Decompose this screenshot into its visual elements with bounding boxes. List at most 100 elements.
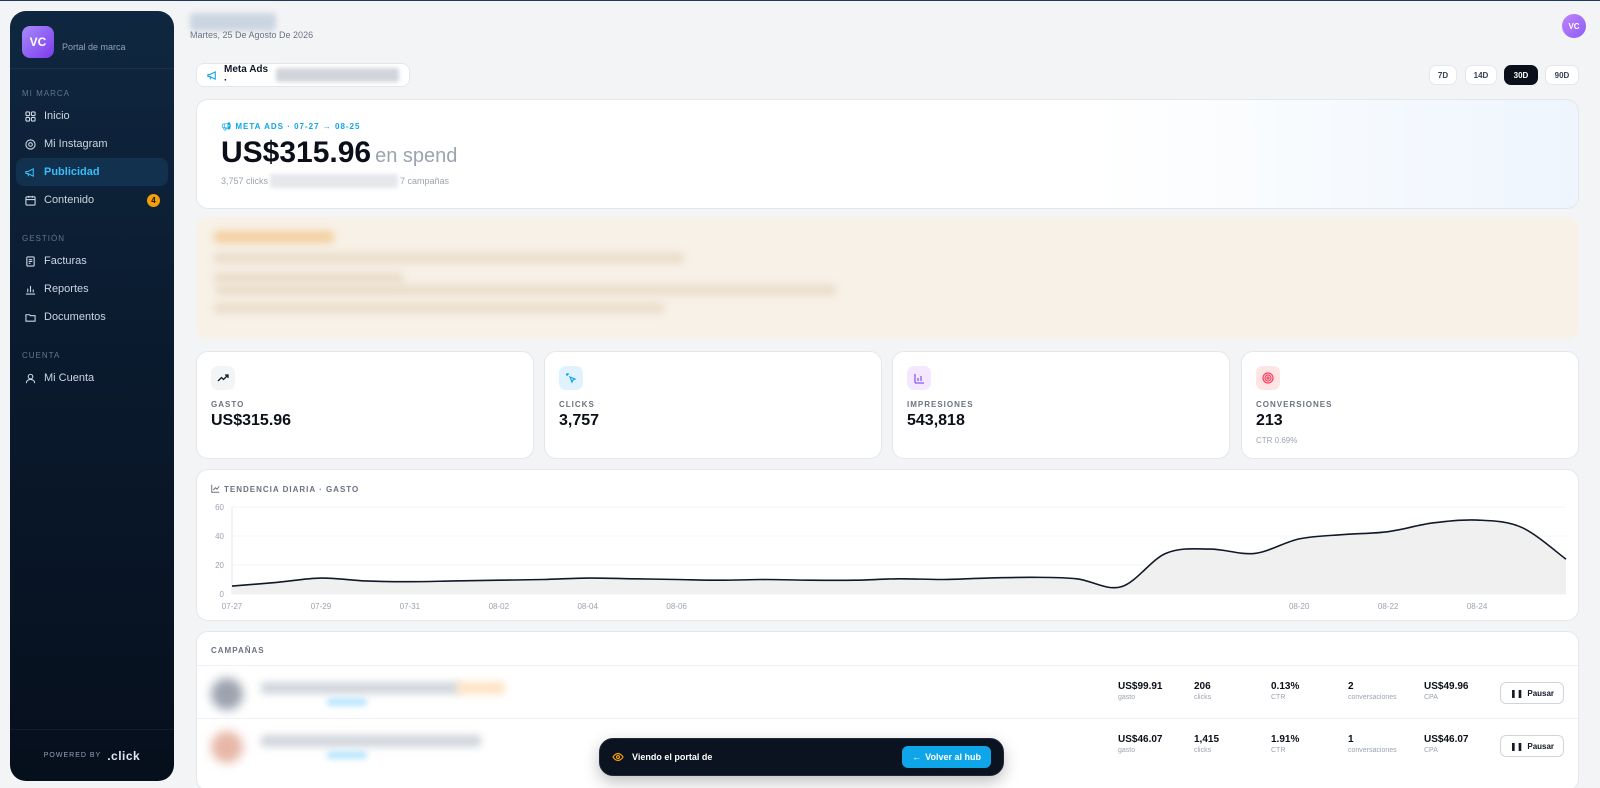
kpi-value: 3,757 <box>559 412 600 429</box>
page-title-redacted <box>190 13 276 31</box>
bar-chart-icon <box>907 366 931 390</box>
x-tick-label: 08-20 <box>1289 602 1310 611</box>
spend-summary-meta: 3,757 clicks 7 campañas <box>221 174 449 188</box>
blurred-notice-card <box>196 217 1579 339</box>
pause-icon: ❚❚ <box>1509 688 1524 698</box>
content-count-badge: 4 <box>147 193 160 207</box>
metric-value: 206 <box>1194 681 1211 692</box>
campaign-conversions: 1 conversaciones <box>1348 734 1397 754</box>
sidebar-item-inicio[interactable]: Inicio <box>16 102 168 130</box>
kpi-card-conversiones: CONVERSIONES 213 CTR 0.69% <box>1241 351 1579 459</box>
kpi-label: IMPRESIONES <box>907 400 974 409</box>
metric-value: US$99.91 <box>1118 681 1163 692</box>
sidebar: VC Portal de marca MI MARCA Inicio Mi In… <box>10 11 174 781</box>
x-tick-label: 08-06 <box>666 602 687 611</box>
sidebar-item-reportes[interactable]: Reportes <box>16 275 168 303</box>
campaign-cpa: US$46.07 CPA <box>1424 734 1468 754</box>
spend-area <box>232 519 1566 594</box>
sidebar-item-label: Publicidad <box>44 166 100 178</box>
total-spend-suffix: en spend <box>375 145 458 167</box>
metric-label: clicks <box>1194 747 1212 754</box>
daily-trend-chart: 0 20 40 60 07-27 07-29 07-31 08-02 08-04 08-06 08-… <box>215 503 1567 611</box>
metric-label: CPA <box>1424 747 1438 754</box>
sidebar-item-label: Reportes <box>44 283 89 295</box>
bar-chart-icon <box>24 283 36 295</box>
campaign-name-redacted <box>261 735 481 747</box>
brand-header: VC Portal de marca <box>10 11 174 69</box>
redacted-text <box>270 174 399 188</box>
brand-avatar[interactable]: VC <box>22 25 54 58</box>
spend-summary-card: 📢︎ META ADS · 07-27 → 08-25 US$315.96 en … <box>196 99 1579 209</box>
metric-value: US$49.96 <box>1424 681 1469 692</box>
sidebar-item-documentos[interactable]: Documentos <box>16 303 168 331</box>
metric-label: CPA <box>1424 694 1438 701</box>
range-14d-button[interactable]: 14D <box>1465 65 1497 85</box>
instagram-icon <box>24 138 36 150</box>
range-30d-button[interactable]: 30D <box>1504 65 1538 85</box>
pause-campaign-button[interactable]: ❚❚ Pausar <box>1500 682 1564 704</box>
campaign-clicks: 1,415 clicks <box>1194 734 1219 754</box>
campaign-ctr: 1.91% CTR <box>1271 734 1299 754</box>
sidebar-item-label: Mi Instagram <box>44 138 108 150</box>
total-spend-amount: US$315.96 <box>221 136 372 169</box>
ad-account-name-redacted <box>275 68 399 82</box>
metric-value: 0.13% <box>1271 681 1300 692</box>
clicks-summary: 3,757 clicks <box>221 176 269 186</box>
metric-label: conversaciones <box>1348 747 1397 754</box>
sidebar-item-label: Documentos <box>44 311 106 323</box>
sidebar-item-publicidad[interactable]: Publicidad <box>16 158 168 186</box>
pause-campaign-button[interactable]: ❚❚ Pausar <box>1500 735 1564 757</box>
back-to-hub-button[interactable]: ← Volver al hub <box>902 746 991 768</box>
metric-value: 1.91% <box>1271 734 1300 745</box>
metric-label: CTR <box>1271 694 1286 701</box>
x-tick-label: 08-24 <box>1467 602 1488 611</box>
campaign-spend: US$46.07 gasto <box>1118 734 1162 754</box>
sidebar-item-label: Facturas <box>44 255 87 267</box>
campaign-ctr: 0.13% CTR <box>1271 681 1299 701</box>
eye-icon <box>612 751 624 763</box>
arrow-left-icon: ← <box>912 752 922 762</box>
kpi-value: US$315.96 <box>211 412 292 429</box>
sidebar-item-facturas[interactable]: Facturas <box>16 247 168 275</box>
y-tick-label: 60 <box>215 503 224 512</box>
sidebar-item-mi-cuenta[interactable]: Mi Cuenta <box>16 364 168 392</box>
kpi-subtext: CTR 0.69% <box>1256 436 1298 445</box>
sidebar-item-contenido[interactable]: Contenido 4 <box>16 186 168 214</box>
x-tick-label: 07-29 <box>311 602 332 611</box>
user-avatar[interactable]: VC <box>1562 14 1586 38</box>
spend-summary-kicker: 📢︎ META ADS · 07-27 → 08-25 <box>221 122 360 131</box>
y-tick-label: 0 <box>220 590 225 599</box>
table-row[interactable]: US$99.91 gasto 206 clicks 0.13% CTR 2 conver… <box>197 665 1578 719</box>
range-7d-button[interactable]: 7D <box>1429 65 1457 85</box>
x-tick-label: 07-31 <box>400 602 421 611</box>
daily-trend-chart-card: TENDENCIA DIARIA · GASTO 0 20 40 60 07-27 07-… <box>196 469 1579 621</box>
trend-up-icon <box>211 366 235 390</box>
metric-label: conversaciones <box>1348 694 1397 701</box>
brand-subtitle: Portal de marca <box>62 41 126 52</box>
kpi-card-impresiones: IMPRESIONES 543,818 <box>892 351 1230 459</box>
range-90d-button[interactable]: 90D <box>1545 65 1579 85</box>
x-tick-label: 08-04 <box>577 602 598 611</box>
metric-label: CTR <box>1271 747 1286 754</box>
powered-by-logo[interactable]: .click <box>107 749 140 763</box>
metric-value: 1 <box>1348 734 1354 745</box>
campaign-cpa: US$49.96 CPA <box>1424 681 1468 701</box>
powered-by-footer: POWERED BY .click <box>10 729 174 781</box>
pause-icon: ❚❚ <box>1509 741 1524 751</box>
folder-icon <box>24 311 36 323</box>
y-tick-label: 40 <box>215 532 224 541</box>
ad-account-selector[interactable]: Meta Ads · <box>196 63 410 87</box>
kpi-value: 213 <box>1256 412 1283 429</box>
calendar-icon <box>24 194 36 206</box>
campaign-sub-redacted <box>327 751 367 759</box>
sidebar-item-mi-instagram[interactable]: Mi Instagram <box>16 130 168 158</box>
campaign-conversions: 2 conversaciones <box>1348 681 1397 701</box>
cursor-click-icon <box>559 366 583 390</box>
target-icon <box>1256 366 1280 390</box>
spend-summary-period: META ADS · 07-27 → 08-25 <box>235 122 361 131</box>
megaphone-icon: 📢︎ <box>221 122 233 131</box>
x-tick-label: 08-02 <box>489 602 510 611</box>
kpi-value: 543,818 <box>907 412 965 429</box>
kpi-label: GASTO <box>211 400 245 409</box>
campaign-spend: US$99.91 gasto <box>1118 681 1162 701</box>
